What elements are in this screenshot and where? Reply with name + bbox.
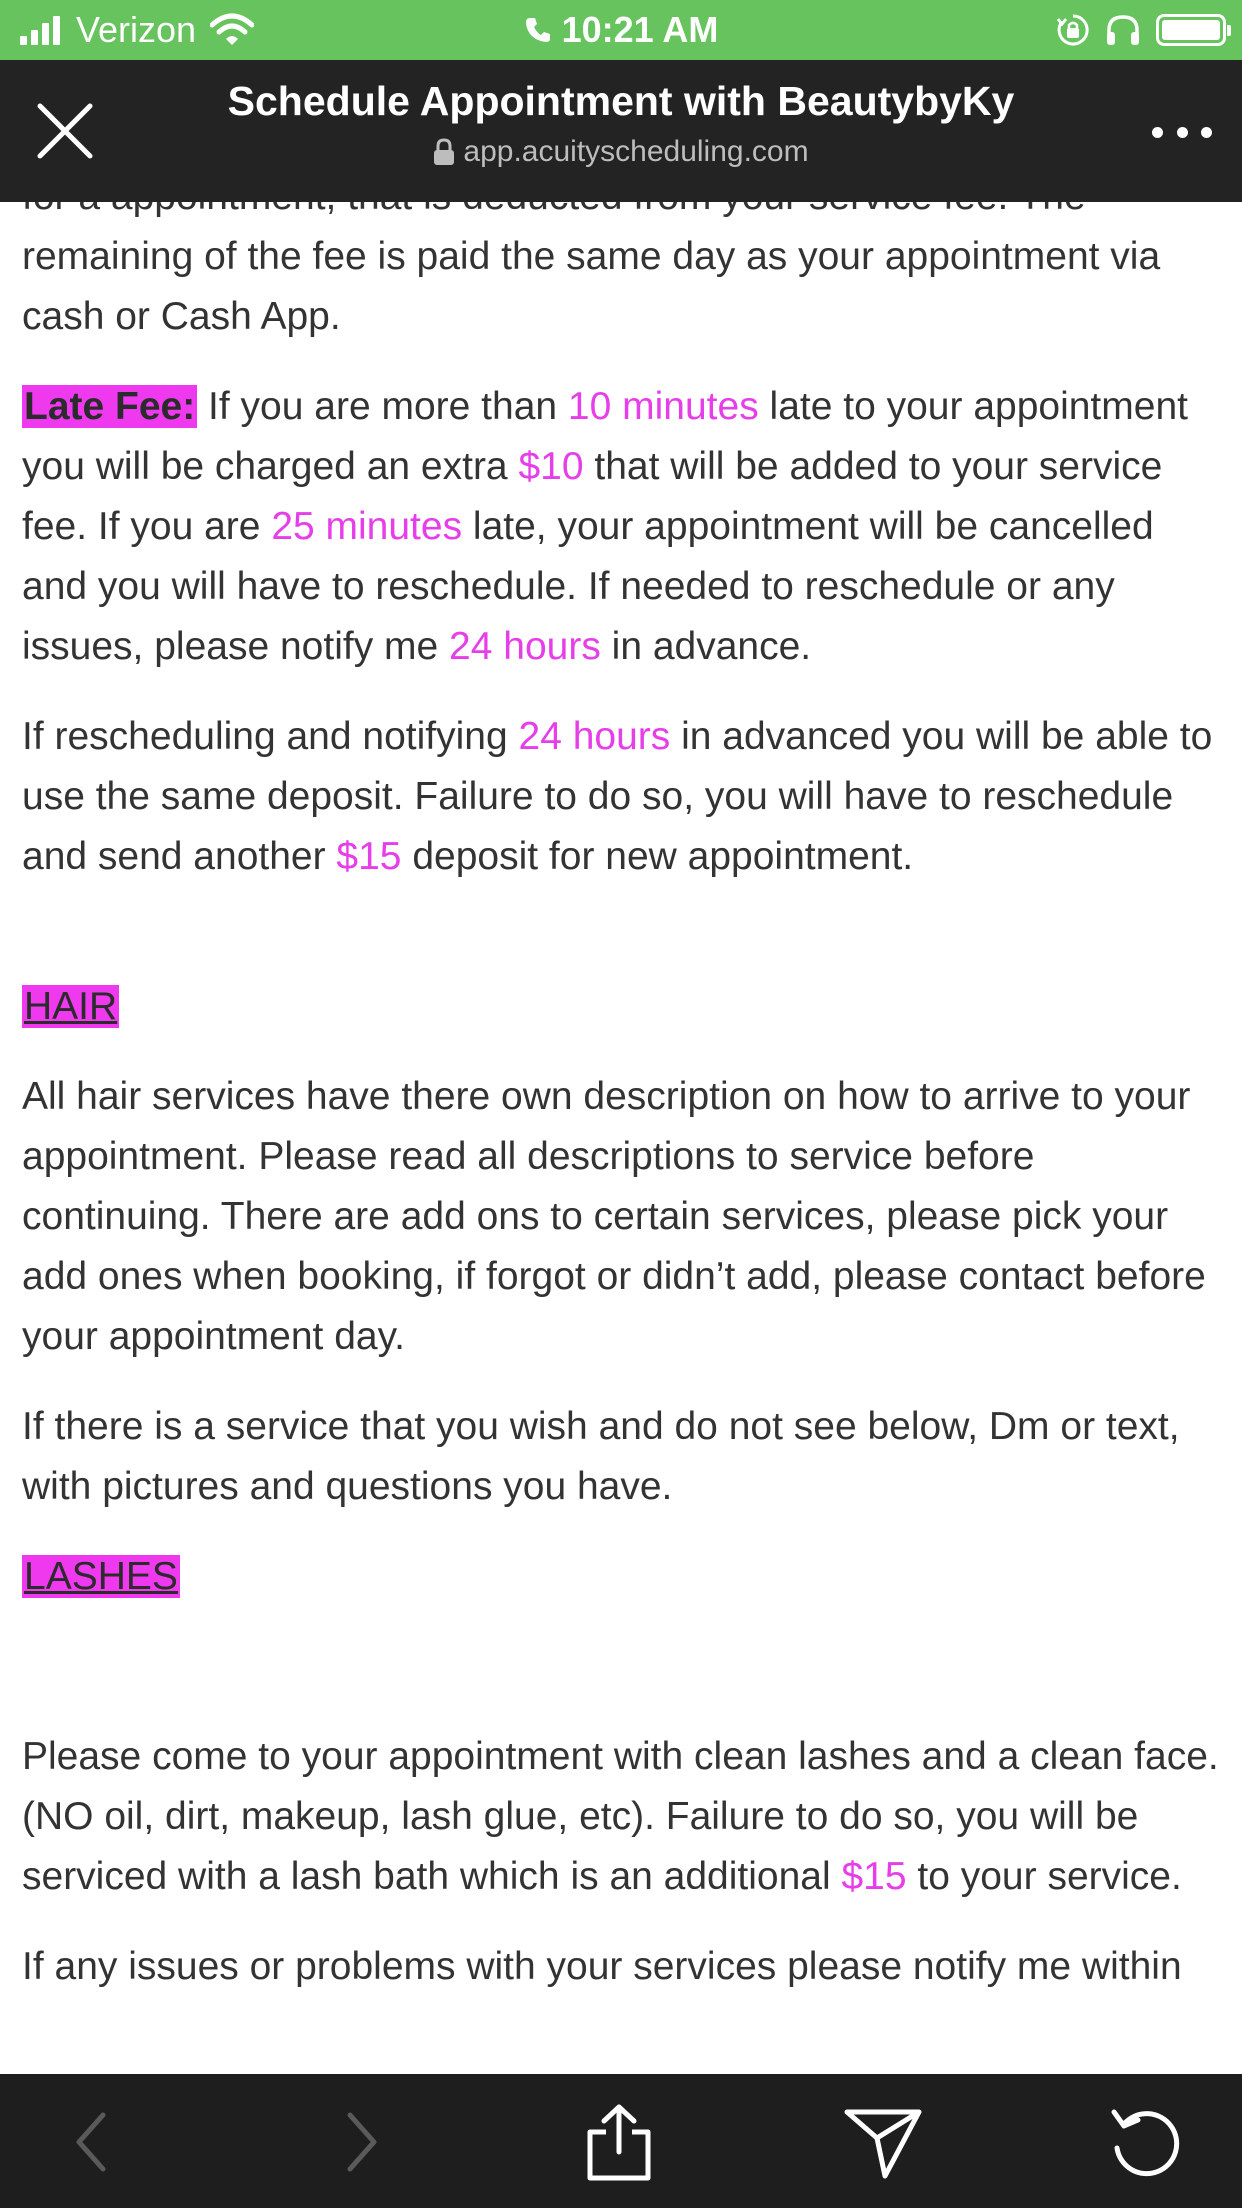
service-request-paragraph: If there is a service that you wish and …: [22, 1405, 1180, 1508]
late-fee-paragraph: Late Fee: If you are more than 10 minute…: [22, 377, 1227, 677]
close-icon[interactable]: [30, 96, 100, 166]
send-button[interactable]: [843, 2102, 923, 2182]
headphones-icon: [1107, 15, 1139, 45]
forward-icon[interactable]: [328, 2107, 388, 2177]
back-icon[interactable]: [65, 2107, 125, 2177]
header-center: Schedule Appointment with BeautybyKy app…: [150, 78, 1092, 169]
late-fee-label: Late Fee:: [22, 385, 198, 428]
back-button[interactable]: [55, 2102, 135, 2182]
send-icon[interactable]: [843, 2104, 923, 2180]
late-text-1: If you are more than: [197, 385, 568, 428]
late-highlight-25-minutes: 25 minutes: [271, 505, 463, 548]
lashes-highlight-15-dollars: $15: [841, 1855, 907, 1898]
issues-paragraph: If any issues or problems with your serv…: [22, 1945, 1182, 1988]
content-inner: for a appointment, that is deducted from…: [22, 202, 1227, 1997]
reload-icon[interactable]: [1108, 2104, 1184, 2180]
browser-header: Schedule Appointment with BeautybyKy app…: [0, 60, 1242, 202]
url-text: app.acuityscheduling.com: [463, 135, 809, 168]
lashes-heading-line: LASHES: [22, 1547, 1227, 1607]
clock-time: 10:21 AM: [561, 9, 719, 50]
bottom-toolbar: [0, 2074, 1242, 2208]
phone-icon: [525, 18, 550, 42]
battery-icon: [1156, 14, 1231, 46]
share-icon[interactable]: [582, 2102, 656, 2182]
resched-text-3: deposit for new appointment.: [401, 835, 914, 878]
more-dot: [1176, 126, 1188, 138]
late-highlight-10-minutes: 10 minutes: [567, 385, 759, 428]
late-highlight-24-hours: 24 hours: [449, 625, 601, 668]
lashes-heading: LASHES: [22, 1555, 180, 1598]
reload-button[interactable]: [1106, 2102, 1186, 2182]
url-display[interactable]: app.acuityscheduling.com: [150, 135, 1092, 169]
resched-highlight-24-hours: 24 hours: [518, 715, 671, 758]
lashes-paragraph: Please come to your appointment with cle…: [22, 1727, 1227, 1907]
status-bar: Verizon 10:21 AM: [0, 0, 1242, 60]
rotation-lock-icon: [1056, 14, 1089, 46]
deposit-paragraph: for a appointment, that is deducted from…: [22, 202, 1161, 338]
page-title: Schedule Appointment with BeautybyKy: [227, 78, 1015, 124]
resched-highlight-15-dollars: $15: [336, 835, 402, 878]
forward-button[interactable]: [318, 2102, 398, 2182]
late-highlight-10-dollars: $10: [518, 445, 584, 488]
more-options-button[interactable]: [1152, 112, 1212, 152]
status-right: [1056, 10, 1231, 50]
late-text-5: in advance.: [600, 625, 812, 668]
hair-paragraph: All hair services have there own descrip…: [22, 1075, 1206, 1358]
hair-heading: HAIR: [22, 985, 120, 1028]
close-button[interactable]: [30, 96, 100, 166]
share-button[interactable]: [579, 2102, 659, 2182]
more-dot: [1152, 126, 1163, 138]
page-content[interactable]: for a appointment, that is deducted from…: [0, 202, 1242, 2074]
reschedule-paragraph: If rescheduling and notifying 24 hours i…: [22, 707, 1227, 887]
resched-text-1: If rescheduling and notifying: [22, 715, 519, 758]
lock-icon: [434, 138, 455, 165]
more-dot: [1201, 126, 1212, 138]
hair-heading-line: HAIR: [22, 977, 1227, 1037]
lashes-text-2: to your service.: [906, 1855, 1182, 1898]
